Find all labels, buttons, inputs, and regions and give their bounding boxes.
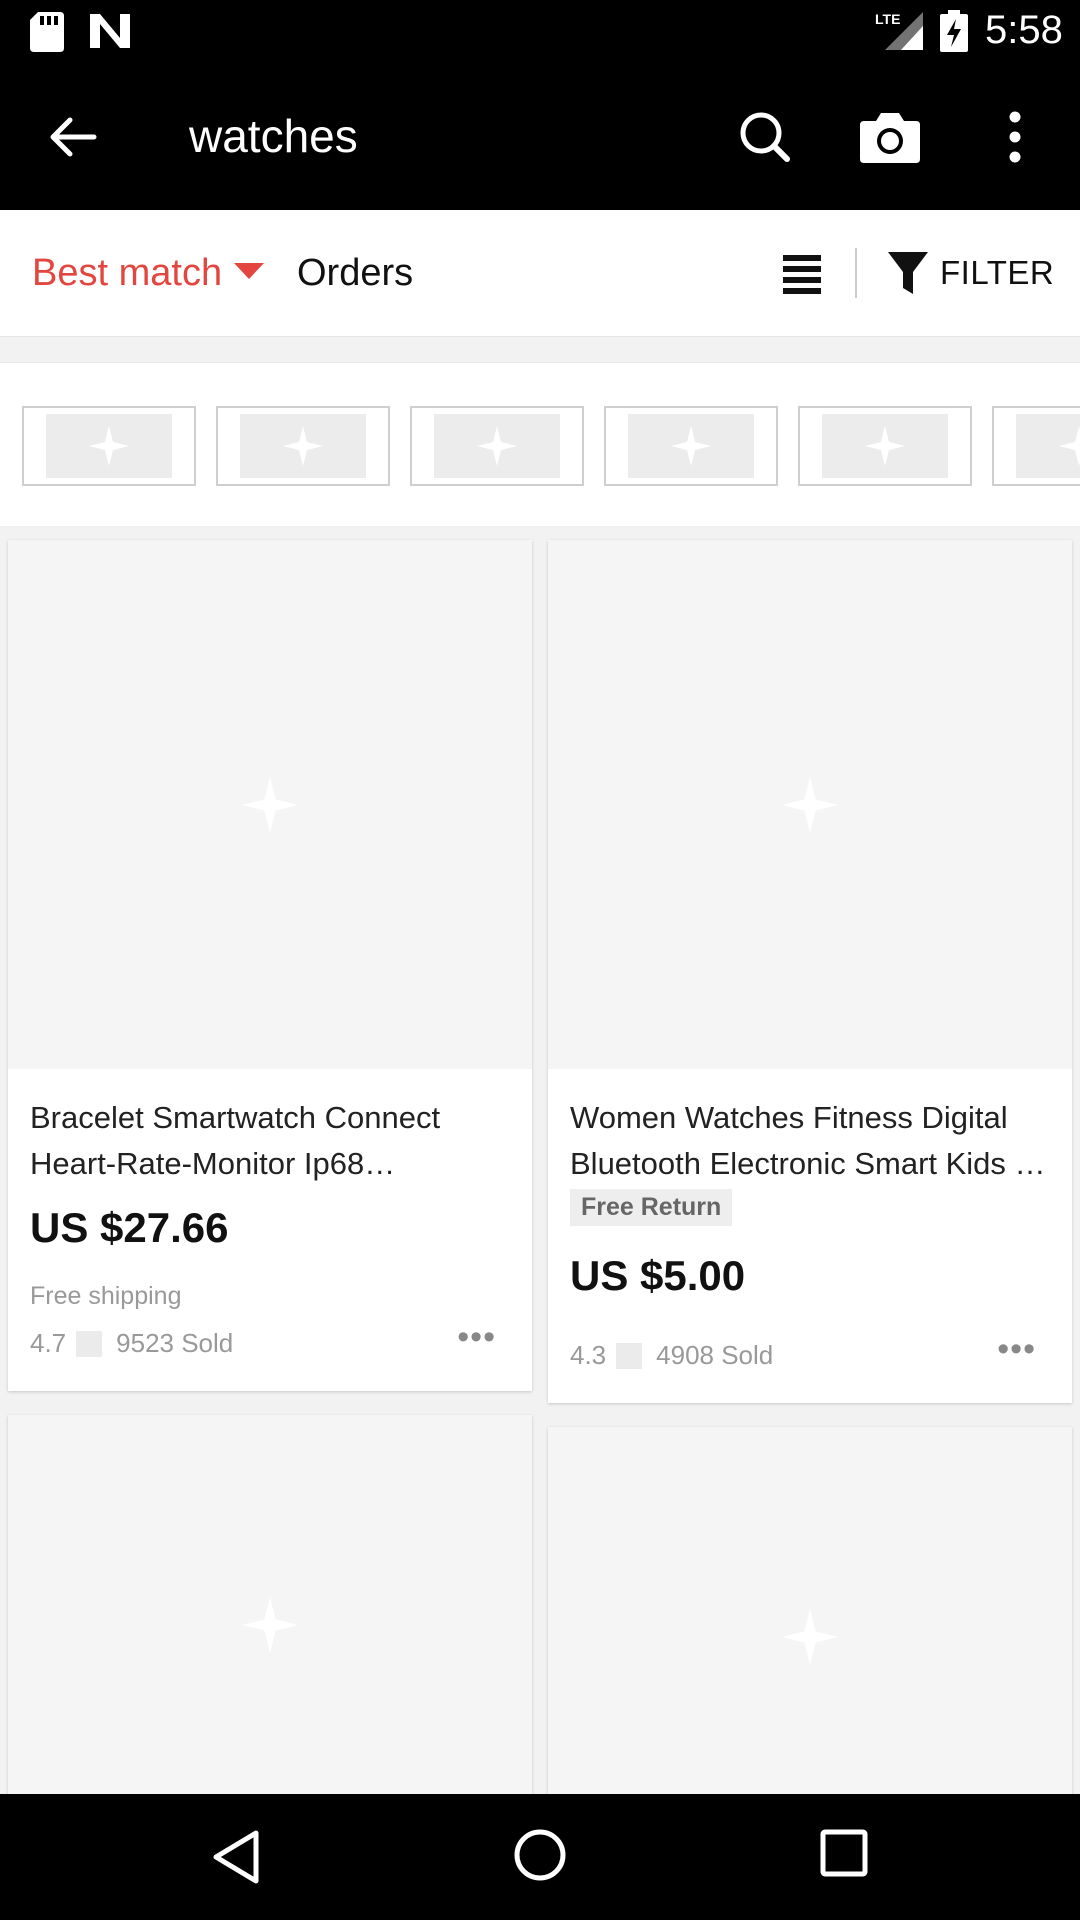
filter-button[interactable]: FILTER (940, 254, 1054, 292)
status-bar: LTE 5:58 (0, 0, 1080, 63)
category-thumbnail[interactable] (410, 406, 584, 486)
product-image[interactable] (548, 540, 1072, 1069)
product-image[interactable] (548, 1427, 1072, 1847)
more-vert-icon[interactable] (995, 107, 1035, 167)
category-strip (0, 362, 1080, 526)
more-options-icon[interactable]: ••• (457, 1318, 496, 1357)
image-placeholder-icon (242, 1597, 298, 1653)
camera-icon[interactable] (858, 107, 922, 167)
rating-value: 4.7 (30, 1328, 67, 1358)
star-icon (76, 1330, 103, 1357)
back-arrow-icon[interactable] (44, 109, 100, 165)
search-query-title[interactable]: watches (189, 109, 358, 163)
nav-home-icon[interactable] (512, 1827, 568, 1883)
category-thumbnail[interactable] (798, 406, 972, 486)
rating-value: 4.3 (570, 1340, 607, 1370)
star-icon (616, 1342, 643, 1369)
rating-sold-row: 4.3 4908 Sold (570, 1340, 773, 1371)
battery-charging-icon (940, 10, 968, 52)
sort-orders-tab[interactable]: Orders (297, 252, 413, 295)
product-price: US $27.66 (30, 1204, 229, 1251)
category-thumbnail[interactable] (604, 406, 778, 486)
category-thumbnail[interactable] (992, 406, 1080, 486)
sold-count: 4908 Sold (656, 1340, 774, 1370)
image-placeholder-icon (782, 776, 838, 833)
screen: LTE 5:58 watches Best match Orders FILTE… (0, 0, 1080, 1920)
product-price: US $5.00 (570, 1252, 746, 1299)
image-placeholder-icon (240, 414, 366, 478)
notification-n-icon (90, 14, 130, 48)
status-clock: 5:58 (985, 8, 1063, 52)
free-return-badge: Free Return (570, 1189, 733, 1226)
image-placeholder-icon (782, 1609, 838, 1665)
product-card[interactable]: Women Watches Fitness Digital Bluetooth … (548, 540, 1072, 1403)
product-card[interactable] (8, 1415, 532, 1835)
lte-signal-icon: LTE (875, 11, 923, 50)
sort-best-match-tab[interactable]: Best match (32, 252, 222, 295)
product-card[interactable]: Bracelet Smartwatch Connect Heart-Rate-M… (8, 540, 532, 1391)
nav-back-icon[interactable] (208, 1827, 268, 1887)
product-image[interactable] (8, 1415, 532, 1835)
image-placeholder-icon (242, 776, 298, 833)
image-placeholder-icon (1016, 414, 1080, 478)
image-placeholder-icon (46, 414, 172, 478)
shipping-label: Free shipping (30, 1282, 182, 1310)
rating-sold-row: 4.7 9523 Sold (30, 1328, 233, 1359)
sort-bar-divider (855, 248, 857, 298)
svg-text:LTE: LTE (875, 11, 900, 27)
image-placeholder-icon (434, 414, 560, 478)
sold-count: 9523 Sold (116, 1328, 234, 1358)
image-placeholder-icon (822, 414, 948, 478)
nav-recents-icon[interactable] (820, 1829, 868, 1877)
product-image[interactable] (8, 540, 532, 1069)
product-card[interactable] (548, 1427, 1072, 1847)
app-bar: watches (0, 63, 1080, 210)
search-icon[interactable] (735, 107, 795, 167)
list-view-icon[interactable] (783, 255, 821, 295)
filter-funnel-icon[interactable] (888, 252, 928, 296)
category-thumbnail[interactable] (22, 406, 196, 486)
more-options-icon[interactable]: ••• (997, 1330, 1036, 1369)
system-nav-bar (0, 1794, 1080, 1920)
category-thumbnail[interactable] (216, 406, 390, 486)
product-name[interactable]: Bracelet Smartwatch Connect Heart-Rate-M… (30, 1095, 510, 1187)
product-name[interactable]: Women Watches Fitness Digital Bluetooth … (570, 1095, 1050, 1187)
image-placeholder-icon (628, 414, 754, 478)
sort-bar: Best match Orders FILTER (0, 210, 1080, 337)
sd-card-icon (30, 12, 64, 52)
caret-down-icon[interactable] (234, 263, 264, 281)
